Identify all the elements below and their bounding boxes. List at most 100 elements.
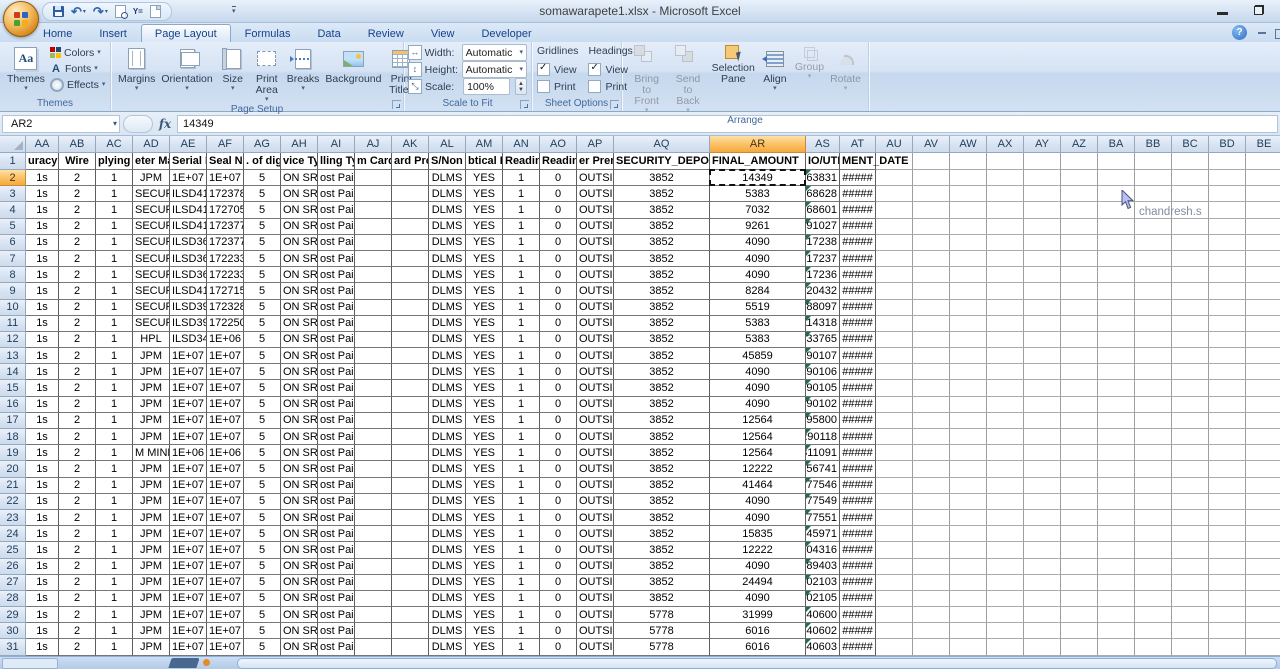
col-header-AS[interactable]: AS [806,136,840,153]
cell-AP9[interactable]: OUTSIDE [577,283,614,299]
cell-AH11[interactable]: ON SRP [281,316,318,332]
cell-AX16[interactable] [987,397,1024,413]
cell-AE6[interactable]: ILSD362 [170,235,207,251]
header-cell-AD1[interactable]: eter Ma [133,153,170,170]
themes-button[interactable]: Themes▾ [4,44,48,93]
cell-AR12[interactable]: 5383 [710,332,806,348]
cell-AY29[interactable] [1024,607,1061,623]
breaks-button[interactable]: Breaks▾ [284,44,323,93]
cell-AZ20[interactable] [1061,461,1098,477]
cell-AF22[interactable]: 1E+07 [207,494,244,510]
cell-AK12[interactable] [392,332,429,348]
cell-AR31[interactable]: 6016 [710,639,806,655]
cell-AM20[interactable]: YES [466,461,503,477]
cell-AV2[interactable] [913,170,950,186]
cell-BA30[interactable] [1098,623,1135,639]
cell-AY31[interactable] [1024,639,1061,655]
cell-AT14[interactable]: ##### [840,364,876,380]
cell-AM4[interactable]: YES [466,202,503,218]
cell-AS18[interactable]: 290118 [806,429,840,445]
cell-BB5[interactable] [1135,219,1172,235]
cell-AZ10[interactable] [1061,300,1098,316]
cell-AP8[interactable]: OUTSIDE [577,267,614,283]
cell-AK25[interactable] [392,542,429,558]
cell-AG19[interactable]: 5 [244,445,281,461]
cell-AS11[interactable]: 114318 [806,316,840,332]
cell-AF12[interactable]: 1E+06 [207,332,244,348]
cell-AR19[interactable]: 12564 [710,445,806,461]
cell-AI21[interactable]: ost Paid [318,478,355,494]
cell-BA24[interactable] [1098,526,1135,542]
cell-AA22[interactable]: 1s [26,494,59,510]
header-cell-AL1[interactable]: S/Non [429,153,466,170]
cell-AA17[interactable]: 1s [26,413,59,429]
cell-AT19[interactable]: ##### [840,445,876,461]
cell-AU30[interactable] [876,623,913,639]
cell-AY21[interactable] [1024,478,1061,494]
cell-AP18[interactable]: OUTSIDE [577,429,614,445]
cell-AE22[interactable]: 1E+07 [170,494,207,510]
cell-AZ12[interactable] [1061,332,1098,348]
cell-AK23[interactable] [392,510,429,526]
cell-BD24[interactable] [1209,526,1246,542]
cell-BD21[interactable] [1209,478,1246,494]
cell-AW16[interactable] [950,397,987,413]
cell-BC24[interactable] [1172,526,1209,542]
cell-AP20[interactable]: OUTSIDE [577,461,614,477]
cell-AK21[interactable] [392,478,429,494]
cell-AX29[interactable] [987,607,1024,623]
cell-AI30[interactable]: ost Paid [318,623,355,639]
cell-AQ30[interactable]: 5778 [614,623,710,639]
cell-AO14[interactable]: 0 [540,364,577,380]
cell-AW27[interactable] [950,575,987,591]
cell-BD29[interactable] [1209,607,1246,623]
cell-AQ14[interactable]: 3852 [614,364,710,380]
cell-BD9[interactable] [1209,283,1246,299]
cell-AE12[interactable]: ILSD343 [170,332,207,348]
cell-AS20[interactable]: 356741 [806,461,840,477]
cell-AM8[interactable]: YES [466,267,503,283]
cell-AP3[interactable]: OUTSIDE [577,186,614,202]
cell-AR17[interactable]: 12564 [710,413,806,429]
cell-AZ13[interactable] [1061,348,1098,364]
cell-AL24[interactable]: DLMS [429,526,466,542]
row-header-25[interactable]: 25 [0,542,26,558]
cell-AE27[interactable]: 1E+07 [170,575,207,591]
cell-BB7[interactable] [1135,251,1172,267]
cell-AR14[interactable]: 4090 [710,364,806,380]
cell-AO16[interactable]: 0 [540,397,577,413]
cell-AN7[interactable]: 1 [503,251,540,267]
cell-AM7[interactable]: YES [466,251,503,267]
cell-AO12[interactable]: 0 [540,332,577,348]
cell-BE8[interactable] [1246,267,1280,283]
cell-AV3[interactable] [913,186,950,202]
cell-AN4[interactable]: 1 [503,202,540,218]
cell-AV18[interactable] [913,429,950,445]
cell-AM11[interactable]: YES [466,316,503,332]
cell-AD29[interactable]: JPM [133,607,170,623]
cell-BD10[interactable] [1209,300,1246,316]
cell-AB22[interactable]: 2 [59,494,96,510]
cell-AO9[interactable]: 0 [540,283,577,299]
cell-AG9[interactable]: 5 [244,283,281,299]
cell-AV29[interactable] [913,607,950,623]
cell-AS28[interactable]: 402105 [806,591,840,607]
cell-AC13[interactable]: 1 [96,348,133,364]
cell-AO28[interactable]: 0 [540,591,577,607]
cell-BC30[interactable] [1172,623,1209,639]
cell-AW13[interactable] [950,348,987,364]
col-header-AR[interactable]: AR [710,136,806,153]
cell-AX27[interactable] [987,575,1024,591]
cell-AD13[interactable]: JPM [133,348,170,364]
cell-AU2[interactable] [876,170,913,186]
cell-AV15[interactable] [913,380,950,396]
cell-BA23[interactable] [1098,510,1135,526]
cell-AN11[interactable]: 1 [503,316,540,332]
cell-BE7[interactable] [1246,251,1280,267]
cell-AQ21[interactable]: 3852 [614,478,710,494]
cell-AG12[interactable]: 5 [244,332,281,348]
col-header-BE[interactable]: BE [1246,136,1280,153]
cell-AC3[interactable]: 1 [96,186,133,202]
cell-AO2[interactable]: 0 [540,170,577,186]
header-cell-AO1[interactable]: Reading [540,153,577,170]
